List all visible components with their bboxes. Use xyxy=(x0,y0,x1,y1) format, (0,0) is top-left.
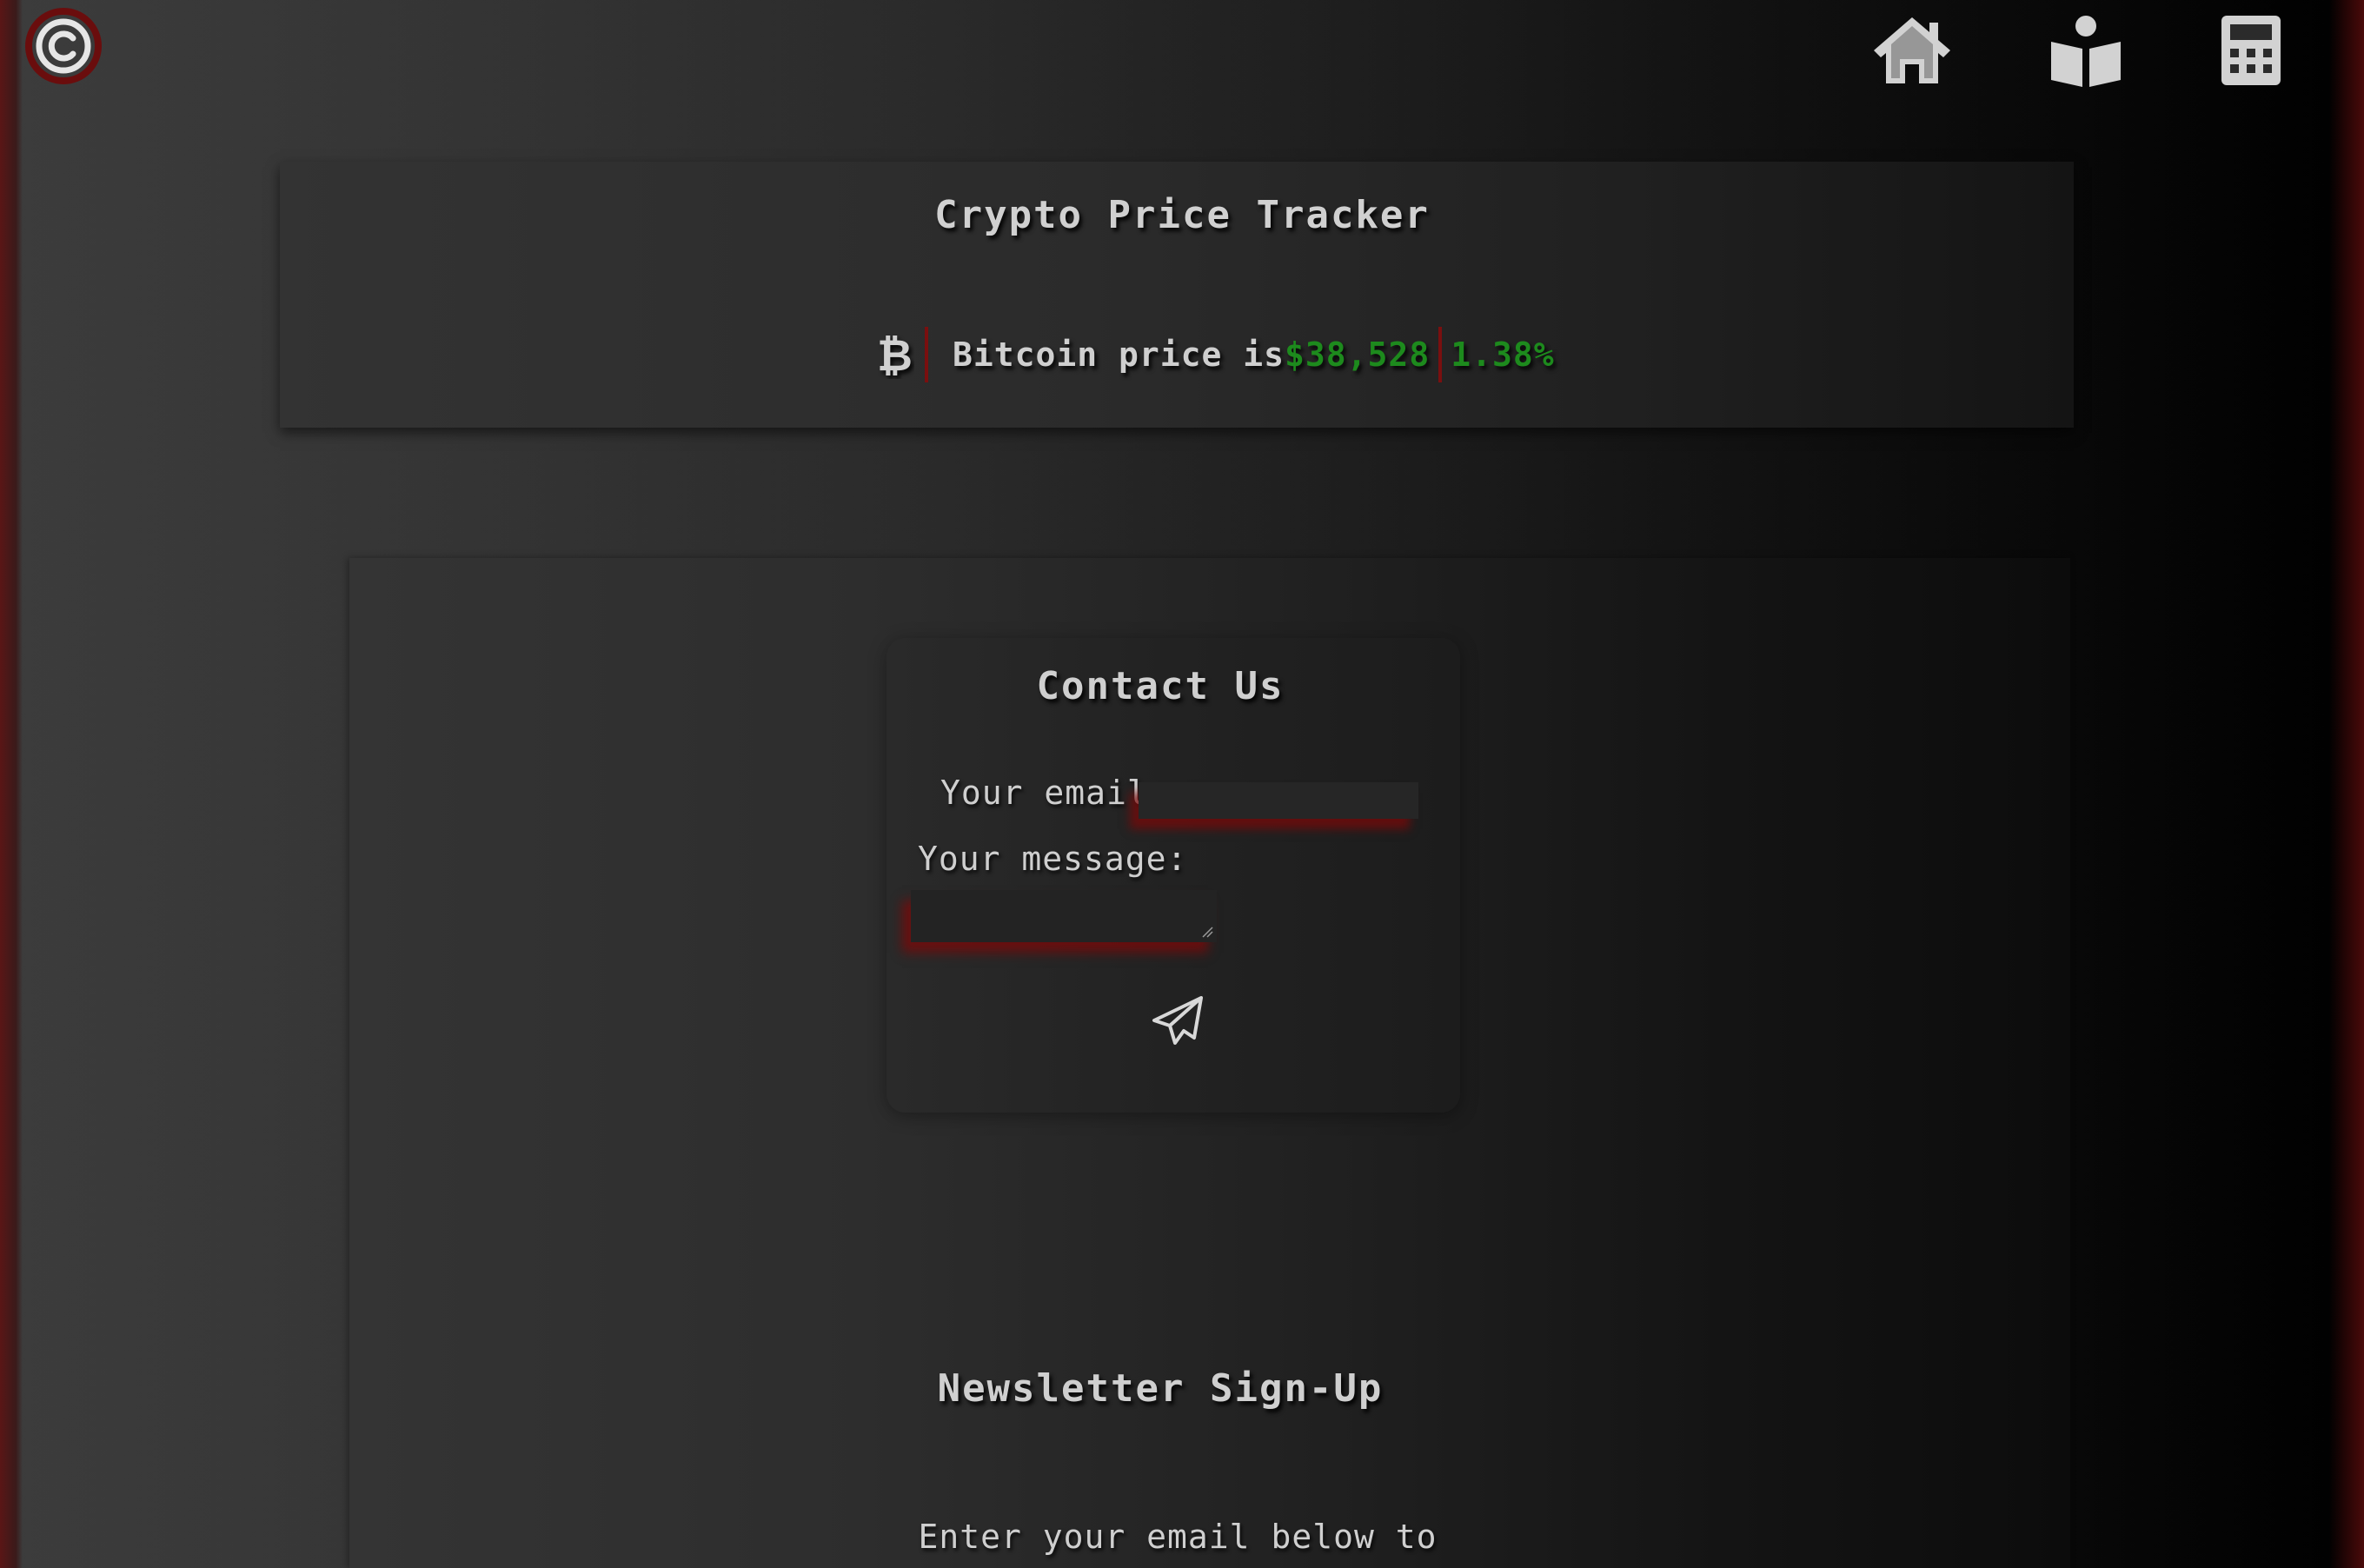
calculator-icon xyxy=(2221,16,2281,85)
contact-title: Contact Us xyxy=(1036,664,1285,708)
email-field[interactable] xyxy=(1139,782,1418,819)
message-label: Your message: xyxy=(918,840,1188,878)
book-reader-icon xyxy=(2051,16,2121,87)
textarea-resize-handle[interactable] xyxy=(1201,925,1213,938)
email-label: Your email: xyxy=(940,774,1169,812)
message-field[interactable] xyxy=(911,890,1217,942)
site-logo[interactable] xyxy=(24,7,103,85)
home-icon xyxy=(1874,17,1950,83)
nav-learn-button[interactable] xyxy=(2044,14,2128,87)
bitcoin-icon: ₿ xyxy=(876,330,914,379)
bitcoin-price-row: ₿ Bitcoin price is $38,528 1.38% xyxy=(876,327,1555,382)
bitcoin-price-value: $38,528 xyxy=(1285,336,1431,374)
svg-text:₿: ₿ xyxy=(877,330,913,379)
send-button[interactable] xyxy=(1149,994,1206,1048)
price-change-percent: 1.38% xyxy=(1451,336,1555,374)
copyright-logo-icon xyxy=(25,8,102,84)
nav-home-button[interactable] xyxy=(1870,14,1954,87)
newsletter-description: Enter your email below to join the weekl… xyxy=(908,1518,1447,1568)
divider xyxy=(1438,327,1443,382)
divider xyxy=(925,327,928,382)
paper-plane-icon xyxy=(1152,996,1203,1045)
newsletter-title: Newsletter Sign-Up xyxy=(937,1366,1384,1411)
price-label: Bitcoin price is xyxy=(953,336,1285,374)
tracker-title: Crypto Price Tracker xyxy=(934,193,1430,237)
nav-calculator-button[interactable] xyxy=(2209,14,2293,87)
